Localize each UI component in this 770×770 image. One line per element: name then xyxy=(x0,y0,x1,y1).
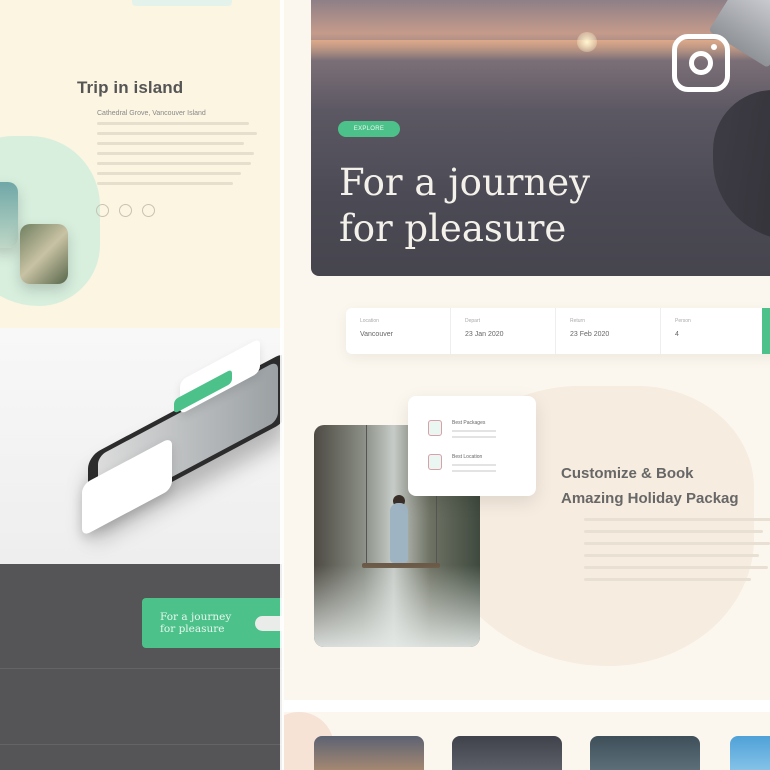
person-figure xyxy=(390,503,408,563)
customize-description xyxy=(584,518,770,590)
field-value: 4 xyxy=(675,331,679,338)
feature-item[interactable]: Best Location xyxy=(428,454,496,472)
destination-thumb[interactable] xyxy=(452,736,562,770)
feature-desc-line xyxy=(452,470,496,472)
hero-title-line-2: for pleasure xyxy=(339,207,567,250)
feature-label: Best Packages xyxy=(452,420,486,426)
location-field[interactable]: Location Vancouver xyxy=(346,308,451,354)
destination-thumb[interactable] xyxy=(590,736,700,770)
trip-title: Trip in island xyxy=(77,78,184,97)
hero-title: For a journey for pleasure xyxy=(339,160,669,252)
instagram-lens xyxy=(689,51,713,75)
feature-desc-line xyxy=(452,430,496,432)
hero-title-line-1: For a journey xyxy=(339,161,591,204)
field-label: Location xyxy=(360,318,379,324)
showcase-frame: Trip in island Cathedral Grove, Vancouve… xyxy=(0,0,770,770)
trip-subtitle: Cathedral Grove, Vancouver Island xyxy=(97,110,206,117)
instagram-dot xyxy=(711,44,717,50)
destination-thumb[interactable] xyxy=(730,736,770,770)
customize-heading: Customize & Book Amazing Holiday Packag xyxy=(561,461,739,511)
search-button[interactable] xyxy=(762,308,770,354)
customize-heading-line-1: Customize & Book xyxy=(561,465,694,482)
feature-desc-line xyxy=(452,464,496,466)
section-separator xyxy=(284,700,770,712)
promo-text: For a journey for pleasure xyxy=(160,611,231,635)
field-value: 23 Feb 2020 xyxy=(570,331,610,338)
promo-button[interactable] xyxy=(255,616,282,631)
trip-description xyxy=(97,122,257,192)
field-label: Person xyxy=(675,318,691,324)
promo-line-1: For a journey xyxy=(160,611,232,623)
booking-search-bar: Location Vancouver Depart 23 Jan 2020 Re… xyxy=(346,308,770,354)
feature-desc-line xyxy=(452,436,496,438)
destination-thumb[interactable] xyxy=(314,736,424,770)
location-pin-icon xyxy=(428,454,442,470)
mist-overlay xyxy=(314,565,480,647)
field-value: Vancouver xyxy=(360,331,393,338)
top-accent-bar xyxy=(132,0,232,6)
field-value: 23 Jan 2020 xyxy=(465,331,504,338)
destination-thumbnails xyxy=(314,736,700,770)
instagram-icon[interactable] xyxy=(672,34,730,92)
feature-item[interactable]: Best Packages xyxy=(428,420,496,438)
right-preview-panel: EXPLORE For a journey for pleasure Locat… xyxy=(284,0,770,770)
footer-divider xyxy=(0,744,282,745)
person-field[interactable]: Person 4 xyxy=(661,308,766,354)
features-card: Best Packages Best Location xyxy=(408,396,536,496)
customize-heading-line-2: Amazing Holiday Packag xyxy=(561,490,739,507)
footer-divider xyxy=(0,668,282,669)
promo-line-2: for pleasure xyxy=(160,623,225,635)
airplane-engine xyxy=(713,90,770,240)
explore-badge[interactable]: EXPLORE xyxy=(338,121,400,137)
package-icon xyxy=(428,420,442,436)
globe-icon xyxy=(119,204,132,217)
map-icon xyxy=(142,204,155,217)
left-preview-panel: Trip in island Cathedral Grove, Vancouve… xyxy=(0,0,282,770)
compass-icon xyxy=(96,204,109,217)
trip-icon-row xyxy=(96,204,155,217)
depart-field[interactable]: Depart 23 Jan 2020 xyxy=(451,308,556,354)
swing-rope xyxy=(366,425,367,563)
feature-label: Best Location xyxy=(452,454,483,460)
hero-sun xyxy=(577,32,597,52)
trip-section: Trip in island Cathedral Grove, Vancouve… xyxy=(0,0,282,328)
field-label: Return xyxy=(570,318,586,324)
dark-footer-section xyxy=(0,564,282,770)
field-label: Depart xyxy=(465,318,481,324)
island-photo-1 xyxy=(0,182,18,248)
return-field[interactable]: Return 23 Feb 2020 xyxy=(556,308,661,354)
island-photo-2 xyxy=(20,224,68,284)
